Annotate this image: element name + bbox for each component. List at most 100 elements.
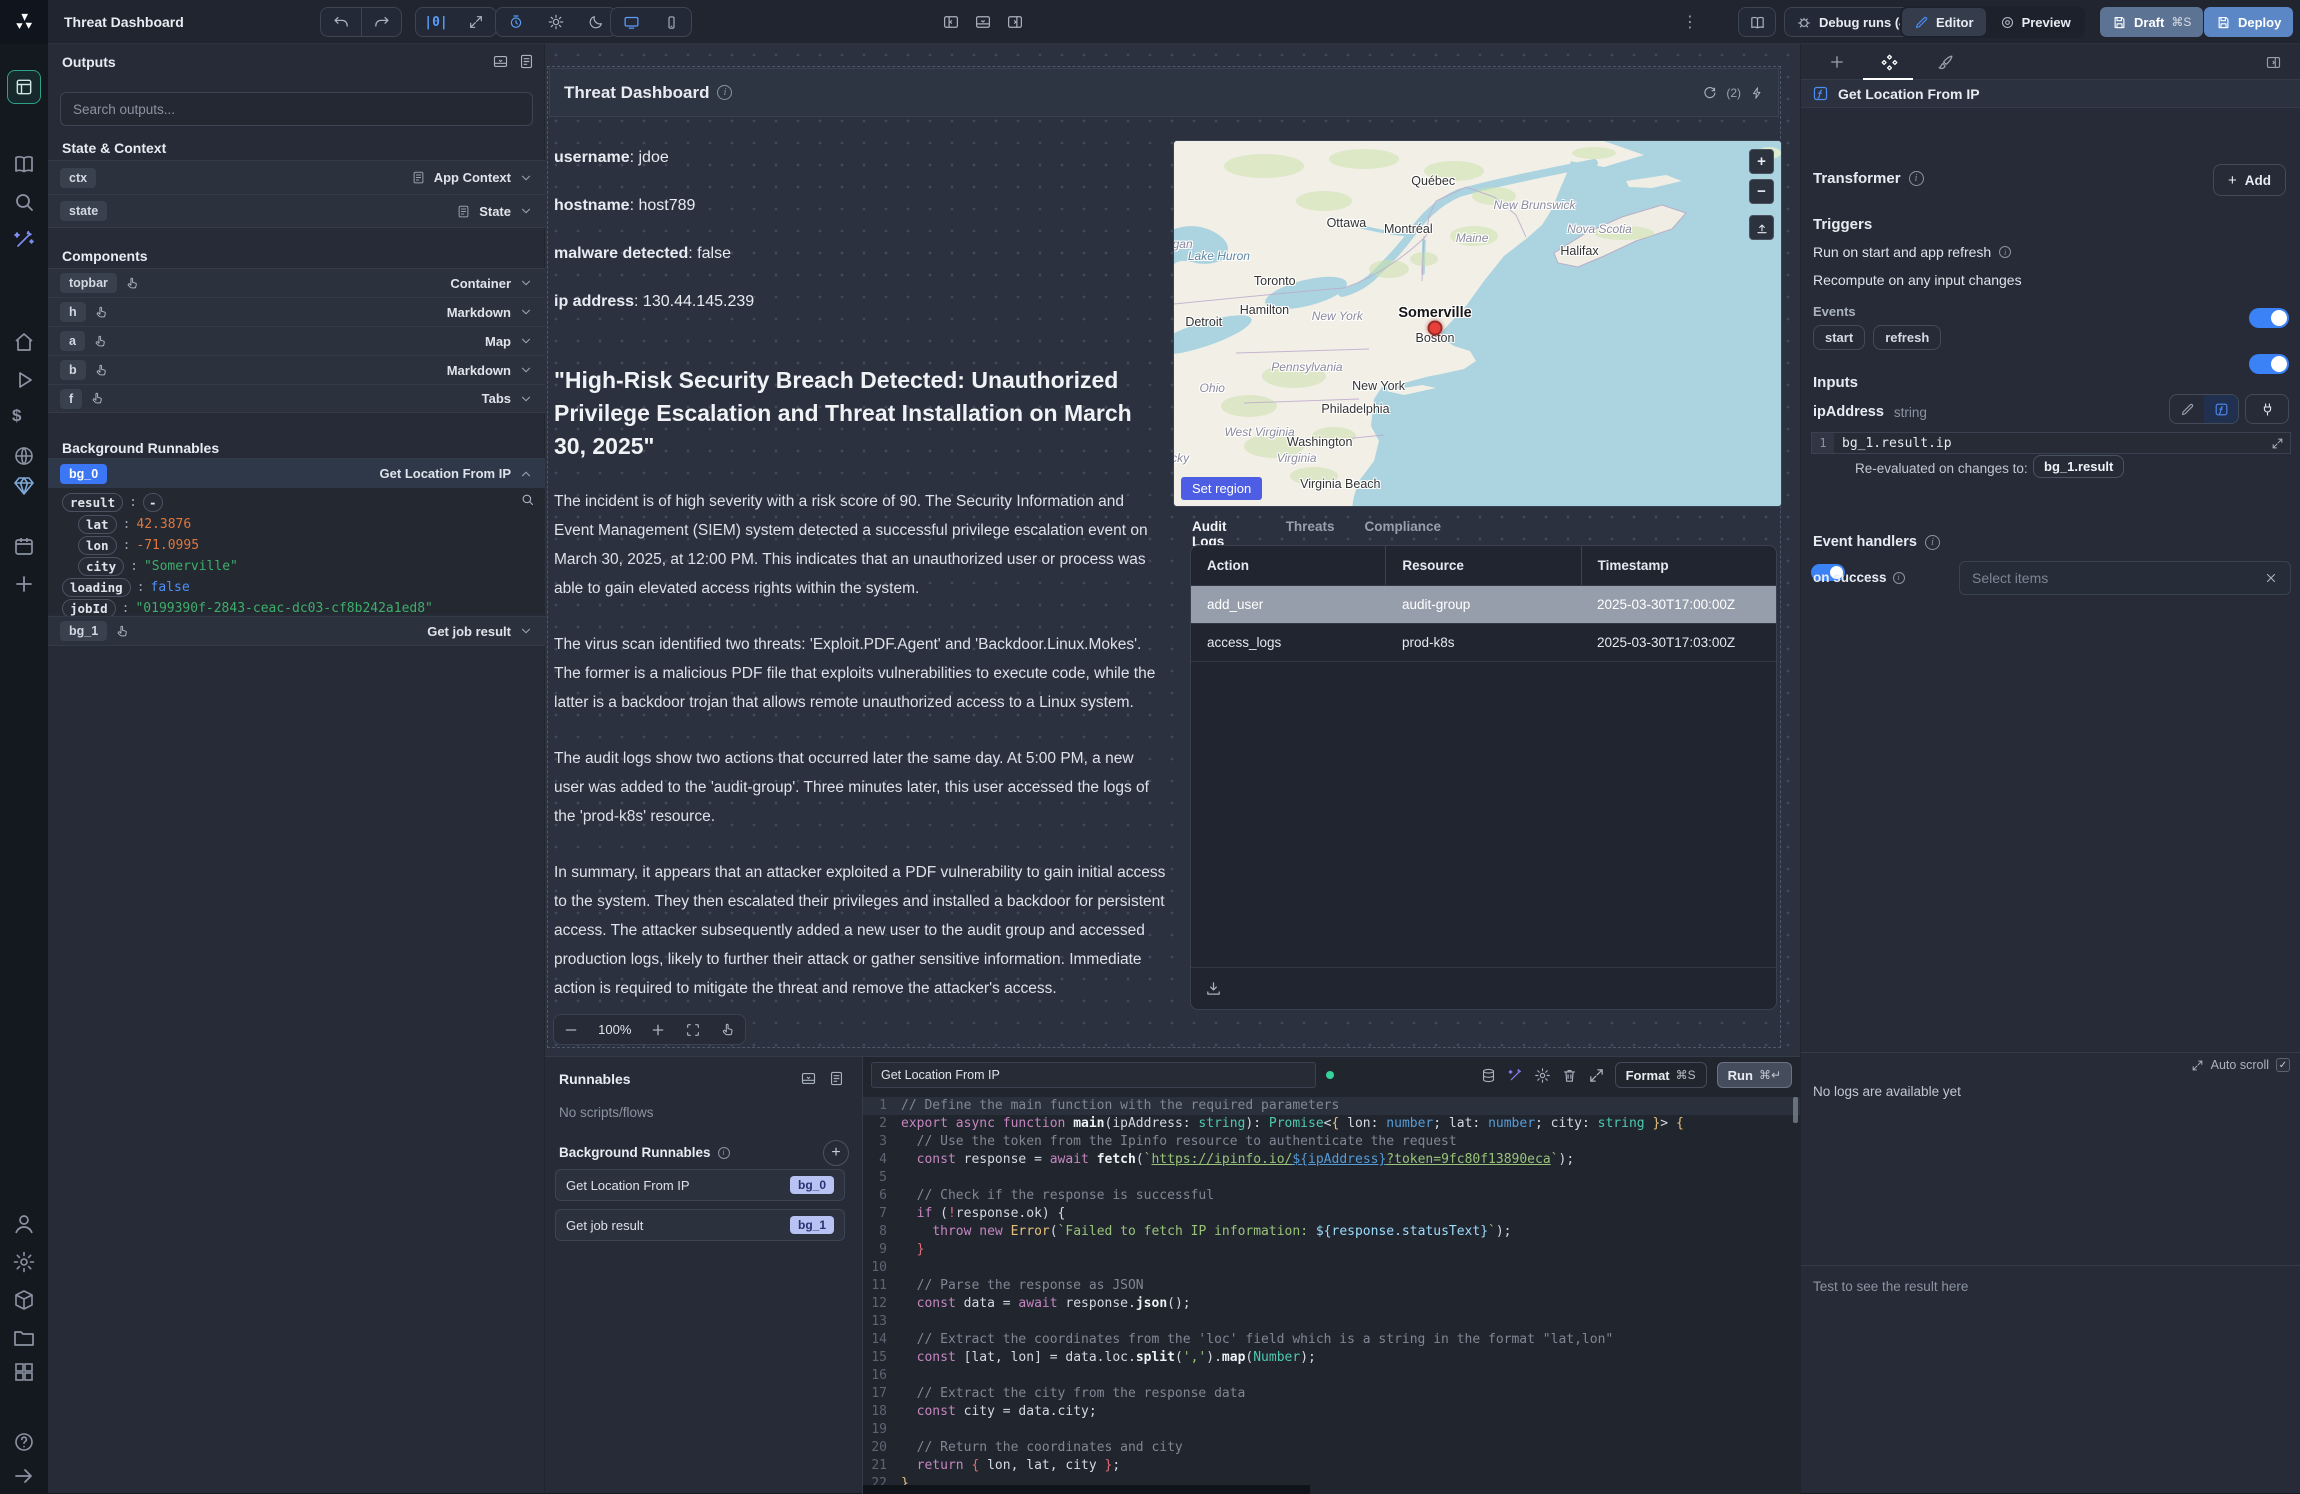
add-transformer-button[interactable]: +Add — [2213, 164, 2286, 196]
styling-tab[interactable] — [1917, 44, 1973, 80]
rail-home-icon[interactable] — [12, 330, 36, 354]
settings-icon[interactable] — [1534, 1067, 1551, 1084]
table-row[interactable]: add_useraudit-group2025-03-30T17:00:00Z — [1191, 586, 1776, 624]
rail-help-icon[interactable] — [12, 1430, 36, 1454]
map-zoom-in-button[interactable]: + — [1749, 149, 1774, 174]
pan-hand-icon[interactable] — [720, 1022, 736, 1038]
docs-button[interactable] — [1738, 7, 1776, 37]
windmill-logo-icon[interactable] — [0, 0, 48, 44]
database-icon[interactable] — [1480, 1067, 1497, 1084]
tree-row-loading[interactable]: loading:false — [62, 577, 190, 597]
map-zoom-out-button[interactable]: − — [1749, 179, 1774, 204]
map-locate-button[interactable] — [1749, 215, 1774, 240]
fullscreen-button[interactable] — [456, 7, 496, 37]
zoom-out-icon[interactable] — [563, 1022, 579, 1038]
insert-component-tab[interactable] — [1809, 44, 1865, 80]
rail-search-icon[interactable] — [12, 190, 36, 214]
rail-schedules-icon[interactable] — [12, 534, 36, 558]
tree-row-city[interactable]: city:"Somerville" — [78, 556, 238, 576]
rail-gem-icon[interactable] — [12, 474, 36, 498]
expand-expression-icon[interactable] — [2271, 437, 2284, 450]
theme-light-icon[interactable] — [536, 7, 576, 37]
app-refresh-icon[interactable] — [1702, 85, 1717, 100]
delete-icon[interactable] — [1561, 1067, 1578, 1084]
toggle-left-panel-icon[interactable] — [942, 13, 960, 31]
run-button[interactable]: Run⌘↵ — [1717, 1062, 1792, 1088]
ai-wand-icon[interactable] — [1507, 1067, 1524, 1084]
add-background-runnable-button[interactable]: + — [823, 1140, 849, 1166]
zoom-in-icon[interactable] — [650, 1022, 666, 1038]
zero-width-button[interactable]: |0| — [416, 7, 456, 37]
preview-tab[interactable]: Preview — [1988, 8, 2083, 36]
toggle-bottom-panel-icon[interactable] — [974, 13, 992, 31]
runnable-item-bg_0[interactable]: Get Location From IPbg_0 — [555, 1169, 845, 1201]
outputs-panel-icon-2[interactable] — [518, 53, 535, 70]
desktop-view-icon[interactable] — [611, 7, 651, 37]
static-mode-icon[interactable] — [2170, 395, 2204, 423]
component-row-f[interactable]: fTabs — [48, 384, 545, 413]
redo-button[interactable] — [361, 7, 401, 37]
runnable-name-input[interactable]: Get Location From IP — [871, 1062, 1316, 1088]
component-row-b[interactable]: bMarkdown — [48, 355, 545, 384]
tree-search-icon[interactable] — [520, 492, 535, 507]
download-icon[interactable] — [1205, 980, 1222, 997]
tree-row-lon[interactable]: lon:-71.0995 — [78, 535, 199, 555]
rail-resources-icon[interactable] — [12, 444, 36, 468]
output-row-ctx[interactable]: ctxApp Context — [48, 160, 545, 194]
event-chip-start[interactable]: start — [1813, 325, 1865, 350]
autoscroll-checkbox[interactable]: ✓ — [2276, 1058, 2290, 1072]
outputs-panel-icon-1[interactable] — [492, 53, 509, 70]
rail-book-icon[interactable] — [12, 152, 36, 176]
output-row-state[interactable]: stateState — [48, 194, 545, 228]
tree-row-jobId[interactable]: jobId:"0199390f-2843-ceac-dc03-cf8b242a1… — [62, 598, 433, 618]
draft-button[interactable]: Draft⌘S — [2100, 7, 2203, 37]
fit-view-icon[interactable] — [685, 1022, 701, 1038]
tree-row-result[interactable]: result: - — [62, 492, 163, 512]
rail-folders-icon[interactable] — [12, 1326, 36, 1350]
set-region-button[interactable]: Set region — [1181, 477, 1262, 500]
app-editor-active-icon[interactable] — [7, 70, 41, 104]
more-menu-icon[interactable]: ⋮ — [1681, 13, 1699, 31]
event-chip-refresh[interactable]: refresh — [1873, 325, 1941, 350]
markdown-article-component[interactable]: "High-Risk Security Breach Detected: Una… — [554, 364, 1166, 1030]
runnable-item-bg_1[interactable]: Get job resultbg_1 — [555, 1209, 845, 1241]
bg0-row[interactable]: bg_0 Get Location From IP — [48, 458, 545, 488]
rail-variables-icon[interactable]: $ — [12, 406, 36, 430]
table-row[interactable]: access_logsprod-k8s2025-03-30T17:03:00Z — [1191, 624, 1776, 662]
component-row-a[interactable]: aMap — [48, 326, 545, 355]
run-on-start-toggle[interactable] — [2249, 308, 2289, 328]
mobile-view-icon[interactable] — [651, 7, 691, 37]
bg1-row[interactable]: bg_1 Get job result — [48, 616, 545, 646]
expand-logs-icon[interactable] — [2191, 1059, 2204, 1072]
component-settings-tab[interactable] — [1861, 44, 1917, 80]
connect-input-button[interactable] — [2245, 394, 2289, 424]
format-button[interactable]: Format⌘S — [1615, 1062, 1707, 1088]
editor-scrollbar[interactable] — [1793, 1097, 1798, 1123]
rail-user-icon[interactable] — [12, 1212, 36, 1236]
rail-collapse-icon[interactable] — [12, 1464, 36, 1488]
editor-tab[interactable]: Editor — [1902, 8, 1986, 36]
deploy-button[interactable]: Deploy — [2204, 7, 2293, 37]
code-area[interactable]: 1// Define the main function with the re… — [863, 1097, 1800, 1494]
undo-button[interactable] — [321, 7, 361, 37]
component-row-h[interactable]: hMarkdown — [48, 297, 545, 326]
theme-auto-icon[interactable] — [496, 7, 536, 37]
rail-workers-icon[interactable] — [12, 1288, 36, 1312]
rail-ai-wand-icon[interactable] — [12, 228, 36, 252]
collapse-right-panel-icon[interactable] — [2245, 44, 2300, 80]
rail-settings-icon[interactable] — [12, 1250, 36, 1274]
recompute-toggle[interactable] — [2249, 354, 2289, 374]
rail-apps-grid-icon[interactable] — [12, 1360, 36, 1384]
map-component[interactable]: QuébecNew BrunswickOttawaMontréalMaineNo… — [1173, 140, 1782, 507]
rail-runs-icon[interactable] — [12, 368, 36, 392]
clear-select-icon[interactable] — [2264, 571, 2278, 585]
rail-add-icon[interactable] — [12, 572, 36, 596]
ipaddress-expression[interactable]: 1 bg_1.result.ip — [1811, 432, 2291, 454]
runnables-panel-icon-1[interactable] — [800, 1070, 817, 1087]
on-success-select[interactable]: Select items — [1959, 561, 2291, 595]
tree-row-lat[interactable]: lat:42.3876 — [78, 514, 191, 534]
runnables-panel-icon-2[interactable] — [828, 1070, 845, 1087]
map-marker[interactable] — [1428, 320, 1443, 335]
markdown-fields-component[interactable]: username: jdoehostname: host789malware d… — [554, 149, 1166, 341]
eval-mode-icon[interactable] — [2204, 395, 2238, 423]
